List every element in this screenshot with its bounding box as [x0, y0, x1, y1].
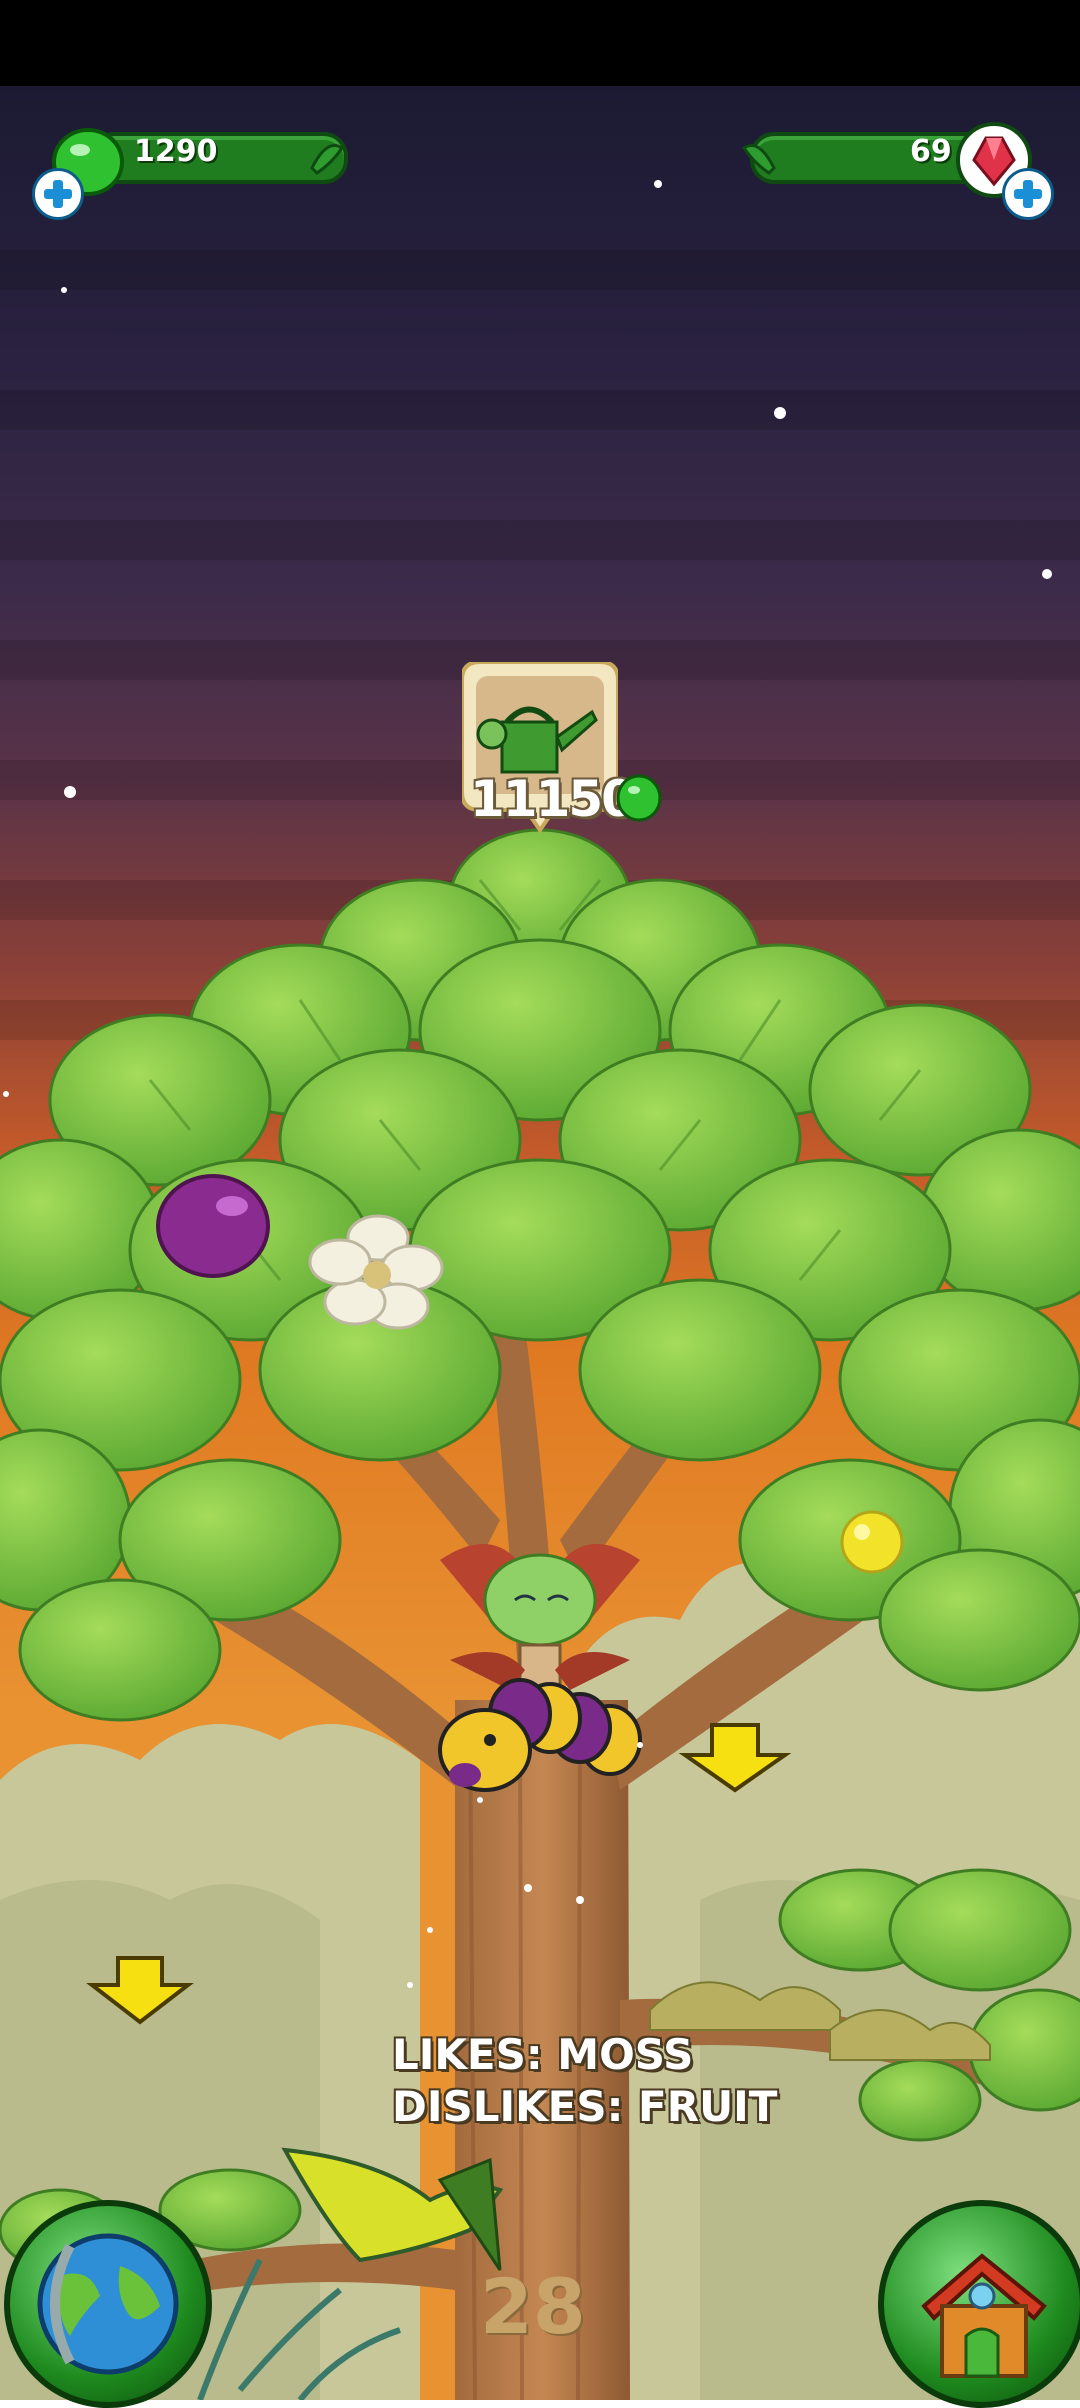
vine-ornament-icon: [310, 144, 345, 175]
jelly-counter: 1290: [30, 120, 350, 220]
system-status-bar: [0, 0, 1080, 86]
house-icon: [921, 2253, 1047, 2378]
vine-ornament-icon: [741, 144, 776, 175]
world-map-button[interactable]: [4, 2200, 212, 2408]
add-jelly-button[interactable]: [32, 168, 84, 220]
globe-icon: [37, 2233, 179, 2375]
plum-fruit[interactable]: [156, 1174, 270, 1278]
tree-level: 28: [480, 2262, 586, 2351]
jelly-amount: 1290: [134, 134, 218, 169]
green-jelly-icon: [616, 774, 662, 822]
gem-amount: 69: [910, 134, 952, 169]
gem-counter: 69: [730, 120, 1054, 220]
likes-label: LIKES: MOSS: [392, 2030, 694, 2079]
add-gems-button[interactable]: [1002, 168, 1054, 220]
dislikes-label: DISLIKES: FRUIT: [392, 2082, 778, 2131]
item-price: 11150: [470, 770, 636, 828]
home-button[interactable]: [878, 2200, 1080, 2408]
yellow-fruit[interactable]: [840, 1510, 904, 1574]
